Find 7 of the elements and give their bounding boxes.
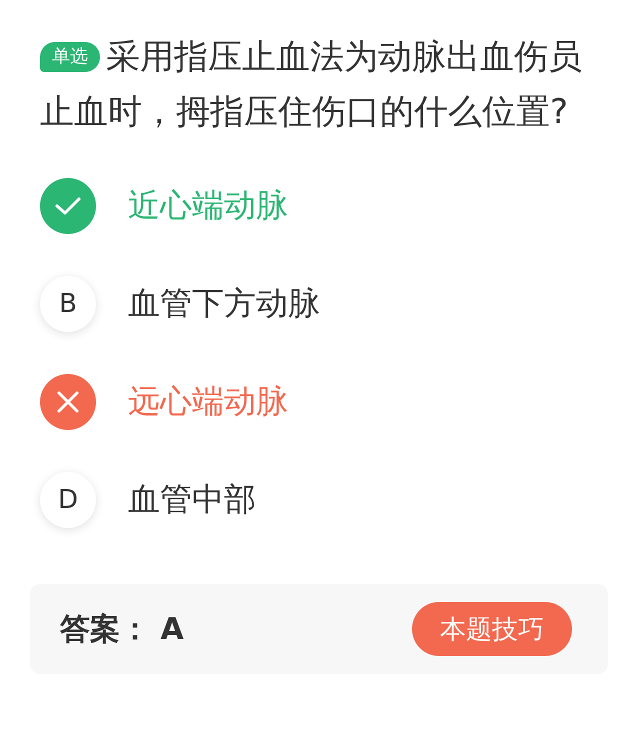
option-letter[interactable]: D (40, 472, 96, 528)
option-letter[interactable]: B (40, 276, 96, 332)
option-text[interactable]: 血管中部 (128, 478, 256, 522)
type-badge: 单选 (40, 42, 100, 72)
answer-text: 答案： A (60, 610, 184, 648)
option-text[interactable]: 血管下方动脉 (128, 282, 320, 326)
question-text: 单选 采用指压止血法为动脉出血伤员止血时，拇指压住伤口的什么位置? (39, 36, 583, 134)
